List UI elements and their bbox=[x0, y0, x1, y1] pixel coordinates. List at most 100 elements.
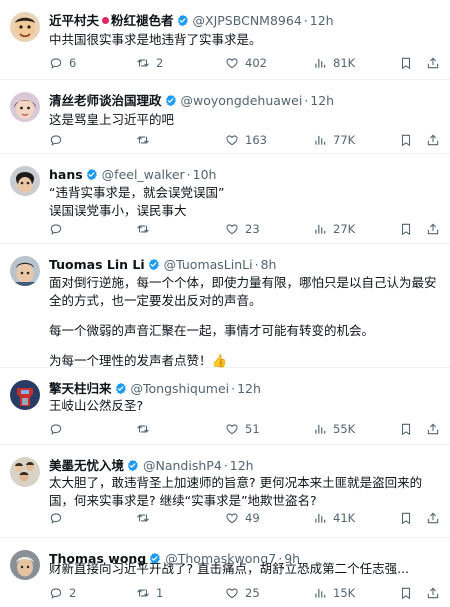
tweet-time[interactable]: 12h bbox=[310, 13, 334, 28]
tweet-time[interactable]: 12h bbox=[237, 381, 261, 396]
tweet-time[interactable]: 12h bbox=[230, 458, 254, 473]
like-button[interactable]: 163 bbox=[225, 131, 267, 149]
tweet-card[interactable]: 近平村夫 粉红褪色者 @XJPSBCNM8964 · 12h 中共国很实事求是地违背了… bbox=[0, 0, 450, 80]
share-button[interactable] bbox=[426, 584, 440, 602]
share-icon bbox=[426, 133, 440, 147]
bookmark-button[interactable] bbox=[399, 131, 413, 149]
avatar[interactable] bbox=[10, 457, 40, 487]
share-button[interactable] bbox=[426, 509, 440, 527]
repost-button[interactable] bbox=[136, 420, 156, 438]
views-icon bbox=[313, 56, 327, 70]
share-button[interactable] bbox=[426, 220, 440, 238]
separator-dot: · bbox=[303, 13, 308, 28]
author-handle[interactable]: @Tongshiqumei bbox=[131, 381, 230, 396]
avatar[interactable] bbox=[10, 92, 40, 122]
views-button[interactable]: 41K bbox=[313, 509, 355, 527]
author-name[interactable]: 清丝老师谈治国理政 bbox=[49, 93, 162, 108]
tweet-card[interactable]: 清丝老师谈治国理政 @woyongdehuawei · 12h 这是骂皇上习近平的吧… bbox=[0, 80, 450, 154]
avatar[interactable] bbox=[10, 550, 40, 580]
red-flag-icon bbox=[102, 17, 110, 24]
tweet-text-line: “违背实事求是，就会误党误国” bbox=[49, 185, 225, 200]
heart-icon bbox=[225, 422, 239, 436]
tweet-actions: 51 55K bbox=[49, 420, 442, 438]
tweet-time[interactable]: 8h bbox=[261, 257, 277, 272]
like-button[interactable]: 25 bbox=[225, 584, 260, 602]
repost-button[interactable] bbox=[136, 220, 156, 238]
share-button[interactable] bbox=[426, 420, 440, 438]
reply-button[interactable] bbox=[49, 509, 69, 527]
bookmark-button[interactable] bbox=[399, 509, 413, 527]
views-button[interactable]: 77K bbox=[313, 131, 355, 149]
author-handle[interactable]: @NandishP4 bbox=[143, 458, 222, 473]
author-name-suffix[interactable]: 粉红褪色者 bbox=[111, 13, 174, 28]
repost-button[interactable] bbox=[136, 131, 156, 149]
avatar[interactable] bbox=[10, 256, 40, 286]
bookmark-button[interactable] bbox=[399, 584, 413, 602]
heart-icon bbox=[225, 222, 239, 236]
tweet-card[interactable]: 美墨无忧入境 @NandishP4 · 12h 太大胆了，敢违背圣上加速师的旨意? … bbox=[0, 445, 450, 538]
share-icon bbox=[426, 511, 440, 525]
like-button[interactable]: 402 bbox=[225, 54, 267, 72]
author-name[interactable]: 擎天柱归来 bbox=[49, 381, 112, 396]
views-button[interactable]: 55K bbox=[313, 420, 355, 438]
author-name[interactable]: 近平村夫 bbox=[49, 13, 99, 28]
like-count: 49 bbox=[245, 511, 260, 525]
bookmark-button[interactable] bbox=[399, 220, 413, 238]
tweet-card[interactable]: Thomas wong @Thomaskwong7 · 9h 财新直接向习近平开战了… bbox=[0, 538, 450, 607]
repost-button[interactable]: 1 bbox=[136, 584, 163, 602]
like-button[interactable]: 51 bbox=[225, 420, 260, 438]
author-name[interactable]: hans bbox=[49, 167, 83, 182]
reply-button[interactable]: 2 bbox=[49, 584, 76, 602]
author-handle[interactable]: @woyongdehuawei bbox=[181, 93, 303, 108]
avatar[interactable] bbox=[10, 380, 40, 410]
author-handle[interactable]: @feel_walker bbox=[102, 167, 185, 182]
avatar[interactable] bbox=[10, 12, 40, 42]
separator-dot: · bbox=[223, 458, 228, 473]
like-count: 25 bbox=[245, 586, 260, 600]
avatar[interactable] bbox=[10, 166, 40, 196]
tweet-card[interactable]: 擎天柱归来 @Tongshiqumei · 12h 王岐山公然反圣? 51 55K bbox=[0, 368, 450, 445]
heart-icon bbox=[225, 56, 239, 70]
separator-dot: · bbox=[254, 257, 259, 272]
bookmark-icon bbox=[399, 511, 413, 525]
reply-icon bbox=[49, 422, 63, 436]
tweet-time[interactable]: 10h bbox=[193, 167, 217, 182]
like-button[interactable]: 49 bbox=[225, 509, 260, 527]
repost-icon bbox=[136, 56, 150, 70]
reply-button[interactable]: 6 bbox=[49, 54, 76, 72]
tweet-text-line: 每一个微弱的声音汇聚在一起，事情才可能有转变的机会。 bbox=[49, 323, 375, 338]
author-name[interactable]: Tuomas Lin Li bbox=[49, 257, 145, 272]
views-button[interactable]: 15K bbox=[313, 584, 355, 602]
tweet-card[interactable]: hans @feel_walker · 10h “违背实事求是，就会误党误国” 误国… bbox=[0, 154, 450, 244]
tweet-header: Tuomas Lin Li @TuomasLinLi · 8h bbox=[49, 256, 442, 274]
author-handle[interactable]: @TuomasLinLi bbox=[164, 257, 253, 272]
verified-badge-icon bbox=[176, 14, 189, 27]
like-count: 163 bbox=[245, 133, 267, 147]
tweet-time[interactable]: 12h bbox=[310, 93, 334, 108]
tweet-text: 中共国很实事求是地违背了实事求是。 bbox=[49, 31, 438, 49]
bookmark-button[interactable] bbox=[399, 420, 413, 438]
tweet-header: 美墨无忧入境 @NandishP4 · 12h bbox=[49, 457, 442, 475]
tweet-actions: 6 2 402 81K bbox=[49, 54, 442, 72]
tweet-actions: 2 1 25 15K bbox=[49, 584, 442, 602]
verified-badge-icon bbox=[126, 459, 139, 472]
repost-count: 2 bbox=[156, 56, 164, 70]
share-button[interactable] bbox=[426, 131, 440, 149]
views-button[interactable]: 81K bbox=[313, 54, 355, 72]
author-handle[interactable]: @XJPSBCNM8964 bbox=[193, 13, 302, 28]
reply-icon bbox=[49, 222, 63, 236]
reply-count: 6 bbox=[69, 56, 77, 70]
repost-button[interactable]: 2 bbox=[136, 54, 163, 72]
tweet-text-line: 财新直接向习近平开战了? 直击痛点，胡舒立恐成第二个任志强... bbox=[49, 561, 410, 576]
views-button[interactable]: 27K bbox=[313, 220, 355, 238]
author-name[interactable]: 美墨无忧入境 bbox=[49, 458, 124, 473]
like-button[interactable]: 23 bbox=[225, 220, 260, 238]
share-button[interactable] bbox=[426, 54, 440, 72]
reply-button[interactable] bbox=[49, 220, 69, 238]
views-icon bbox=[313, 133, 327, 147]
reply-button[interactable] bbox=[49, 131, 69, 149]
bookmark-button[interactable] bbox=[399, 54, 413, 72]
reply-button[interactable] bbox=[49, 420, 69, 438]
tweet-card[interactable]: Tuomas Lin Li @TuomasLinLi · 8h 面对倒行逆施，每一个… bbox=[0, 244, 450, 368]
repost-button[interactable] bbox=[136, 509, 156, 527]
